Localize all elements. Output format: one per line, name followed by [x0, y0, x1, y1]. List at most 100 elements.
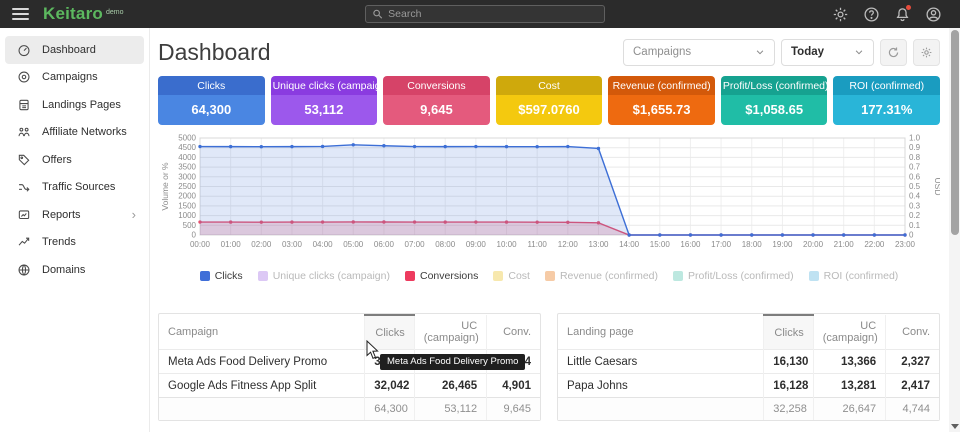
scrollbar-thumb[interactable] — [951, 30, 959, 235]
svg-text:0: 0 — [909, 231, 914, 240]
table-row[interactable]: Google Ads Fitness App Split32,04226,465… — [159, 374, 540, 398]
column-header-uc-campaign-[interactable]: UC (campaign) — [813, 315, 885, 350]
sidebar-item-dashboard[interactable]: Dashboard — [5, 36, 144, 64]
summary-tables-row: CampaignClicksUC (campaign)Conv.Meta Ads… — [158, 313, 940, 421]
svg-text:4500: 4500 — [178, 143, 196, 152]
sidebar-item-affiliate-networks[interactable]: Affiliate Networks — [5, 119, 144, 147]
stat-card-label: Clicks — [158, 76, 265, 95]
stat-card-label: Revenue (confirmed) — [608, 76, 715, 95]
table-row[interactable]: Papa Johns16,12813,2812,417 — [558, 374, 939, 398]
logo-demo-badge: demo — [106, 9, 124, 16]
table-cell-value: 2,327 — [886, 350, 939, 374]
chevron-right-icon: › — [132, 208, 136, 221]
legend-item-roi-confirmed-[interactable]: ROI (confirmed) — [809, 270, 899, 282]
traffic-icon — [17, 180, 31, 194]
date-range-select[interactable]: Today — [781, 39, 874, 66]
legend-label: Revenue (confirmed) — [560, 270, 658, 282]
legend-item-profit-loss-confirmed-[interactable]: Profit/Loss (confirmed) — [673, 270, 794, 282]
svg-text:09:00: 09:00 — [466, 240, 487, 249]
notifications-bell-icon[interactable] — [894, 6, 911, 23]
sidebar-item-trends[interactable]: Trends — [5, 229, 144, 257]
stat-card-profit-loss-confirmed-: Profit/Loss (confirmed)$1,058.65 — [721, 76, 828, 125]
column-header-uc-campaign-[interactable]: UC (campaign) — [414, 315, 486, 350]
sidebar-item-label: Reports — [42, 209, 81, 221]
globe-icon — [17, 263, 31, 277]
legend-item-conversions[interactable]: Conversions — [405, 270, 478, 282]
svg-text:19:00: 19:00 — [772, 240, 793, 249]
table-cell-value: 16,130 — [764, 350, 814, 374]
svg-text:0.9: 0.9 — [909, 143, 921, 152]
legend-item-clicks[interactable]: Clicks — [200, 270, 243, 282]
column-header-landing-page[interactable]: Landing page — [558, 315, 764, 350]
menu-toggle-icon[interactable] — [12, 8, 29, 20]
landing-pages-table: Landing pageClicksUC (campaign)Conv.Litt… — [557, 313, 940, 421]
stat-card-value: 9,645 — [383, 95, 490, 125]
legend-item-unique-clicks-campaign-[interactable]: Unique clicks (campaign) — [258, 270, 390, 282]
reports-icon — [17, 208, 31, 222]
sidebar-item-label: Dashboard — [42, 44, 96, 56]
column-header-conv-[interactable]: Conv. — [487, 315, 540, 350]
sidebar-item-label: Trends — [42, 236, 76, 248]
refresh-button[interactable] — [880, 39, 907, 66]
stat-card-label: Cost — [496, 76, 603, 95]
legend-item-revenue-confirmed-[interactable]: Revenue (confirmed) — [545, 270, 658, 282]
table-row[interactable]: Little Caesars16,13013,3662,327 — [558, 350, 939, 374]
legend-item-cost[interactable]: Cost — [493, 270, 530, 282]
legend-label: Clicks — [215, 270, 243, 282]
help-icon[interactable] — [863, 6, 880, 23]
table-totals-row: 64,30053,1129,645 — [159, 398, 540, 421]
sidebar-item-domains[interactable]: Domains — [5, 256, 144, 284]
table-cell-value: 32,042 — [365, 374, 415, 398]
svg-text:5000: 5000 — [178, 134, 196, 143]
sidebar-item-landings-pages[interactable]: Landings Pages — [5, 91, 144, 119]
table-total-cell: 26,647 — [813, 398, 885, 421]
settings-gear-icon[interactable] — [832, 6, 849, 23]
mouse-cursor — [366, 340, 380, 360]
main-content: Dashboard Campaigns Today — [150, 28, 960, 432]
topbar-actions — [832, 6, 948, 23]
dashboard-settings-button[interactable] — [913, 39, 940, 66]
svg-text:0.1: 0.1 — [909, 221, 921, 230]
svg-text:1.0: 1.0 — [909, 134, 921, 143]
svg-text:0.3: 0.3 — [909, 201, 921, 210]
svg-text:0.6: 0.6 — [909, 172, 921, 181]
svg-text:18:00: 18:00 — [742, 240, 763, 249]
sidebar-item-traffic-sources[interactable]: Traffic Sources — [5, 174, 144, 202]
scroll-down-arrow-icon[interactable] — [951, 424, 959, 429]
svg-text:14:00: 14:00 — [619, 240, 640, 249]
sidebar-item-label: Domains — [42, 264, 85, 276]
sidebar-item-label: Affiliate Networks — [42, 126, 127, 138]
campaigns-filter-select[interactable]: Campaigns — [623, 39, 775, 66]
legend-label: ROI (confirmed) — [824, 270, 899, 282]
chart-legend: Clicks Unique clicks (campaign) Conversion… — [158, 268, 940, 284]
column-header-campaign[interactable]: Campaign — [159, 315, 365, 350]
table-total-cell: 53,112 — [414, 398, 486, 421]
svg-text:0.7: 0.7 — [909, 163, 921, 172]
svg-text:23:00: 23:00 — [895, 240, 916, 249]
legend-swatch — [493, 271, 503, 281]
target-icon — [17, 70, 31, 84]
column-header-clicks[interactable]: Clicks — [764, 315, 814, 350]
svg-text:05:00: 05:00 — [343, 240, 364, 249]
sidebar: Dashboard Campaigns Landings Pages Affiliat… — [0, 28, 150, 432]
tag-icon — [17, 153, 31, 167]
column-header-conv-[interactable]: Conv. — [886, 315, 939, 350]
row-hover-tooltip: Meta Ads Food Delivery Promo — [380, 354, 525, 370]
legend-swatch — [673, 271, 683, 281]
stat-card-conversions: Conversions9,645 — [383, 76, 490, 125]
svg-text:3500: 3500 — [178, 163, 196, 172]
global-search[interactable] — [365, 5, 605, 23]
sidebar-item-offers[interactable]: Offers — [5, 146, 144, 174]
sidebar-item-label: Landings Pages — [42, 99, 121, 111]
chevron-down-icon — [755, 47, 765, 57]
account-icon[interactable] — [925, 6, 942, 23]
campaigns-filter-value: Campaigns — [633, 46, 691, 58]
stat-card-label: Profit/Loss (confirmed) — [721, 76, 828, 95]
sidebar-item-reports[interactable]: Reports › — [5, 201, 144, 229]
table-cell-value: 26,465 — [414, 374, 486, 398]
svg-text:Volume or %: Volume or % — [160, 162, 170, 211]
search-input[interactable] — [388, 8, 598, 20]
svg-text:0.4: 0.4 — [909, 192, 921, 201]
stat-card-roi-confirmed-: ROI (confirmed)177.31% — [833, 76, 940, 125]
sidebar-item-campaigns[interactable]: Campaigns — [5, 64, 144, 92]
